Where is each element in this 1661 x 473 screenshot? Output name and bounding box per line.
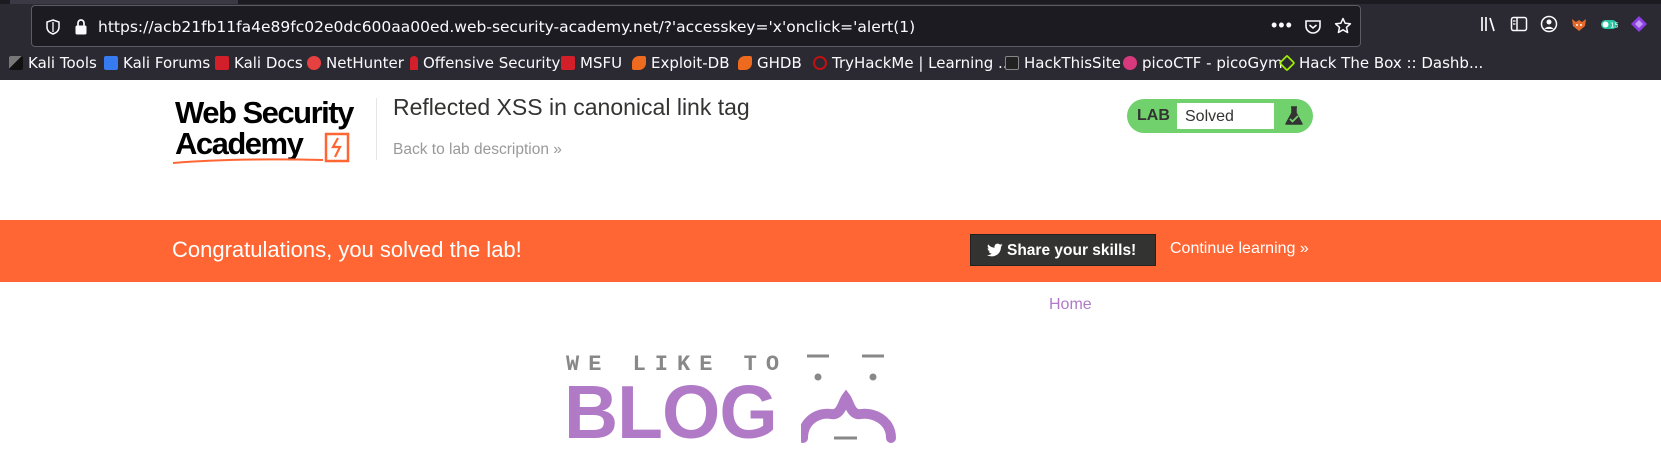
ghdb-icon [738, 56, 752, 70]
nethunter-icon [307, 56, 321, 70]
blog-face-icon [801, 354, 896, 443]
foxyproxy-icon[interactable] [1570, 15, 1588, 33]
account-icon[interactable] [1540, 15, 1558, 33]
back-to-lab-description-link[interactable]: Back to lab description » [393, 141, 562, 159]
extension-toggle-icon[interactable]: 15 [1600, 15, 1618, 33]
page-actions-menu-icon[interactable]: ••• [1271, 15, 1293, 36]
twitter-icon [987, 243, 1003, 257]
bookmark-ghdb[interactable]: GHDB [738, 52, 802, 74]
kali-forums-icon [104, 56, 118, 70]
tracking-shield-icon[interactable] [46, 19, 60, 35]
blog-header-logo: WE LIKE TO BLOG [564, 350, 926, 473]
solved-message: Congratulations, you solved the lab! [172, 237, 522, 262]
pocket-icon[interactable] [1304, 18, 1322, 36]
nav-home-link[interactable]: Home [1049, 296, 1092, 314]
msfu-icon [561, 56, 575, 70]
lab-status-value: Solved [1185, 108, 1234, 125]
address-bar[interactable]: https://acb21fb11fa4e89fc02e0dc600aa00ed… [31, 5, 1361, 47]
bookmark-offensive-security[interactable]: Offensive Security [410, 52, 560, 74]
logo-swoosh [173, 158, 324, 164]
hackthissite-icon [1005, 56, 1019, 70]
active-tab[interactable] [10, 0, 238, 4]
bookmarks-toolbar: Kali Tools Kali Forums Kali Docs NetHunt… [0, 48, 1661, 78]
exploit-db-icon [632, 56, 646, 70]
bookmark-exploit-db[interactable]: Exploit-DB [632, 52, 730, 74]
offsec-icon [410, 56, 418, 70]
tab-strip [0, 0, 1661, 4]
share-skills-button[interactable]: Share your skills! [970, 234, 1156, 266]
tryhackme-icon [813, 56, 827, 70]
library-icon[interactable] [1480, 15, 1498, 33]
flask-icon [1285, 106, 1303, 125]
kali-dragon-icon [9, 56, 23, 70]
lock-icon[interactable] [74, 18, 88, 36]
page-content: Web Security Academy Reflected XSS in ca… [0, 80, 1661, 473]
bookmark-star-icon[interactable] [1334, 17, 1352, 35]
bookmark-picoctf[interactable]: picoCTF - picoGym [1123, 52, 1283, 74]
lab-label: LAB [1137, 107, 1170, 124]
lab-status-widget: LAB Solved [1127, 99, 1313, 133]
logo-line1: Web Security [175, 95, 354, 130]
hackthebox-icon [1278, 54, 1296, 72]
picoctf-icon [1123, 56, 1137, 70]
bookmark-nethunter[interactable]: NetHunter [307, 52, 404, 74]
lab-status-field: Solved [1176, 102, 1275, 130]
bookmark-msfu[interactable]: MSFU [561, 52, 622, 74]
bookmark-kali-docs[interactable]: Kali Docs [215, 52, 303, 74]
bookmark-kali-forums[interactable]: Kali Forums [104, 52, 210, 74]
continue-learning-link[interactable]: Continue learning » [1170, 240, 1309, 258]
sidebar-icon[interactable] [1510, 15, 1528, 33]
extension-purple-icon[interactable] [1630, 15, 1648, 33]
browser-chrome: https://acb21fb11fa4e89fc02e0dc600aa00ed… [0, 0, 1661, 80]
header-divider [376, 98, 377, 160]
logo-line2: Academy [175, 126, 304, 161]
bookmark-hackthissite[interactable]: HackThisSite [1005, 52, 1121, 74]
solved-banner: Congratulations, you solved the lab! Sha… [0, 220, 1661, 282]
svg-text:15: 15 [1610, 22, 1618, 30]
bookmark-kali-tools[interactable]: Kali Tools [9, 52, 97, 74]
url-text[interactable]: https://acb21fb11fa4e89fc02e0dc600aa00ed… [98, 18, 915, 36]
blog-title: BLOG [564, 370, 778, 454]
share-skills-label: Share your skills! [1007, 242, 1137, 259]
lab-title: Reflected XSS in canonical link tag [393, 94, 750, 120]
bookmark-hackthebox[interactable]: Hack The Box :: Dashb... [1278, 52, 1483, 74]
bookmark-tryhackme[interactable]: TryHackMe | Learning ... [813, 52, 1012, 74]
kali-docs-icon [215, 56, 229, 70]
web-security-academy-logo[interactable]: Web Security Academy [173, 97, 373, 169]
